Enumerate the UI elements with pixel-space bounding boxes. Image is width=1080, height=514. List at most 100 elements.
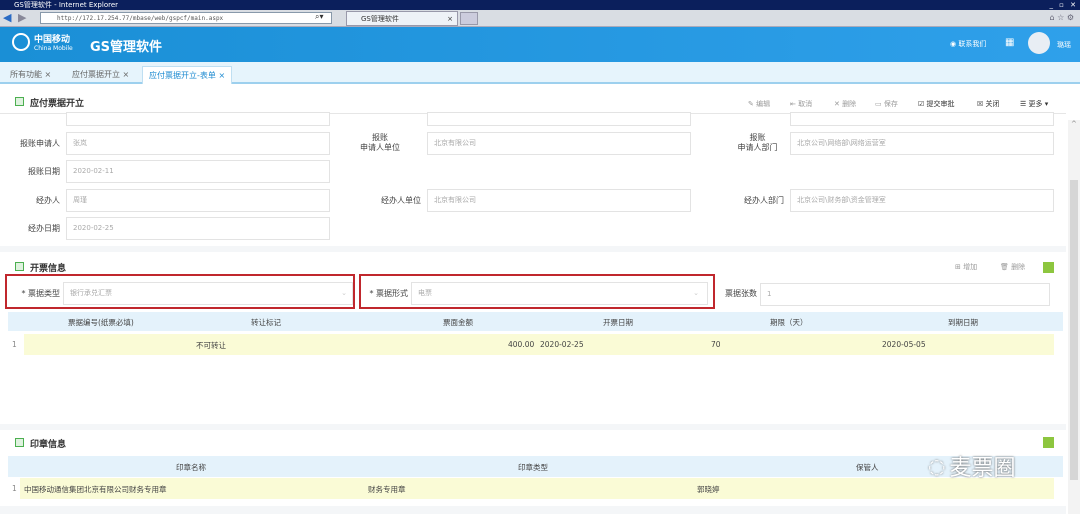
- home-star-gear-icons[interactable]: ⌂ ☆ ⚙: [1049, 13, 1074, 22]
- cell-due-date: 2020-05-05: [882, 340, 926, 349]
- search-icon[interactable]: ⌕▾: [315, 12, 324, 22]
- col-bill-no: 票据编号(纸票必填): [68, 318, 134, 327]
- row-number: 1: [12, 484, 17, 493]
- handler-unit-field[interactable]: 北京有限公司: [427, 189, 691, 212]
- section-divider: [0, 424, 1066, 430]
- browser-tab-label: GS管理软件: [361, 15, 399, 23]
- applicant-unit-field[interactable]: 北京有限公司: [427, 132, 691, 155]
- label-line: 申请人单位: [360, 142, 400, 152]
- logo-cn: 中国移动: [34, 35, 71, 45]
- cell-transfer: 不可转让: [196, 341, 226, 350]
- bill-count-field[interactable]: 1: [760, 283, 1050, 306]
- avatar[interactable]: [1028, 32, 1050, 54]
- label: 删除: [1011, 263, 1026, 271]
- window-title: GS管理软件 - Internet Explorer: [14, 1, 119, 9]
- edit-button[interactable]: ✎ 编辑: [748, 99, 770, 109]
- browser-title-bar: GS管理软件 - Internet Explorer: [0, 0, 1080, 10]
- label: 关闭: [985, 100, 1000, 108]
- col-transfer: 转让标记: [251, 318, 281, 327]
- section-icon: [15, 262, 24, 271]
- user-name[interactable]: 璐瑶: [1057, 40, 1071, 50]
- cell-days: 70: [711, 340, 721, 349]
- label-line: 报账: [749, 133, 766, 142]
- save-button[interactable]: ▭ 保存: [875, 99, 898, 109]
- cancel-button[interactable]: ⇤ 取消: [790, 99, 812, 109]
- new-tab-button[interactable]: [460, 12, 478, 25]
- row-body: [20, 478, 1054, 499]
- delete-button[interactable]: ✕ 删除: [834, 99, 856, 109]
- chevron-down-icon: ⌄: [693, 289, 699, 297]
- close-button[interactable]: ☒ 关闭: [977, 99, 1000, 109]
- tab-all-functions[interactable]: 所有功能 ×: [4, 66, 57, 84]
- bill-type-select[interactable]: 银行承兑汇票 ⌄: [63, 282, 353, 305]
- hidden-field[interactable]: [66, 112, 330, 126]
- table-row[interactable]: 1 中国移动通信集团北京有限公司财务专用章 财务专用章 郭晓婷: [8, 478, 1063, 499]
- col-issue-date: 开票日期: [603, 318, 633, 327]
- watermark: ◌ 麦票圈: [928, 450, 1015, 482]
- applicant-field[interactable]: 张岚: [66, 132, 330, 155]
- china-mobile-logo: 中国移动 China Mobile: [12, 32, 73, 52]
- label: 编辑: [756, 100, 771, 108]
- close-icon[interactable]: ×: [123, 70, 130, 79]
- col-seal-type: 印章类型: [518, 463, 548, 472]
- label: 增加: [963, 263, 978, 271]
- close-icon[interactable]: ×: [45, 70, 52, 79]
- scrollbar-thumb[interactable]: [1070, 180, 1078, 480]
- hidden-field[interactable]: [790, 112, 1054, 126]
- collapse-button[interactable]: [1043, 262, 1054, 273]
- forward-icon[interactable]: ▶: [18, 11, 26, 24]
- contact-us-link[interactable]: ◉ 联系我们: [950, 39, 986, 49]
- value: 电票: [418, 289, 432, 297]
- invoice-section-title: 开票信息: [30, 264, 67, 274]
- date-field[interactable]: 2020-02-11: [66, 160, 330, 183]
- logo-en: China Mobile: [34, 45, 73, 52]
- handler-dept-field[interactable]: 北京公司\财务部\资金管理室: [790, 189, 1054, 212]
- collapse-button[interactable]: [1043, 437, 1054, 448]
- delete-row-button[interactable]: 🗑 删除: [1000, 262, 1025, 272]
- table-row[interactable]: 1 不可转让 400.00 2020-02-25 70 2020-05-05: [8, 334, 1063, 355]
- tab-payable-bill-form[interactable]: 应付票据开立-表单 ×: [142, 66, 233, 84]
- close-icon[interactable]: ×: [447, 12, 453, 26]
- tab-label: 所有功能: [10, 70, 42, 79]
- handler-dept-label: 经办人部门: [744, 196, 784, 205]
- handle-date-field[interactable]: 2020-02-25: [66, 217, 330, 240]
- handler-field[interactable]: 周瑾: [66, 189, 330, 212]
- value: 银行承兑汇票: [70, 289, 112, 297]
- tab-payable-bill[interactable]: 应付票据开立 ×: [66, 66, 135, 84]
- headset-icon: ◉: [950, 40, 957, 48]
- col-amount: 票面金额: [443, 318, 473, 327]
- applicant-dept-field[interactable]: 北京公司\网络部\网络运营室: [790, 132, 1054, 155]
- apps-grid-icon[interactable]: ▦: [1005, 37, 1014, 48]
- cell-amount: 400.00: [508, 340, 535, 349]
- submit-approval-button[interactable]: ☑ 提交审批: [918, 99, 955, 109]
- hidden-field[interactable]: [427, 112, 691, 126]
- label: 保存: [883, 100, 898, 108]
- add-row-button[interactable]: ⊞ 增加: [955, 262, 977, 272]
- back-icon[interactable]: ◀: [3, 11, 11, 24]
- app-name: GS管理软件: [90, 40, 163, 55]
- bill-count-label: 票据张数: [725, 289, 757, 298]
- handle-date-label: 经办日期: [28, 224, 60, 233]
- window-controls[interactable]: _ ▫ ✕: [1049, 1, 1078, 9]
- scrollbar[interactable]: ^: [1068, 120, 1080, 514]
- col-seal-name: 印章名称: [176, 463, 206, 472]
- section-icon: [15, 97, 24, 106]
- page-title: 应付票据开立: [30, 99, 85, 109]
- scroll-up-icon[interactable]: ^: [1071, 120, 1077, 128]
- browser-tab[interactable]: GS管理软件 ×: [346, 11, 458, 26]
- label-line: 报账: [372, 133, 388, 142]
- bill-form-label: * 票据形式: [369, 289, 408, 298]
- section-divider: [0, 246, 1066, 252]
- label: 更多: [1028, 100, 1043, 108]
- close-icon[interactable]: ×: [218, 71, 225, 80]
- applicant-dept-label: 报账 申请人部门: [730, 133, 785, 152]
- more-menu[interactable]: ☰ 更多 ▾: [1020, 99, 1048, 109]
- bill-form-select[interactable]: 电票 ⌄: [411, 282, 708, 305]
- seal-table-header: 印章名称 印章类型 保管人: [8, 456, 1063, 477]
- applicant-unit-label: 报账 申请人单位: [340, 133, 420, 152]
- address-bar[interactable]: http://172.17.254.77/mbase/web/gspcf/mai…: [40, 12, 332, 24]
- cell-seal-name: 中国移动通信集团北京有限公司财务专用章: [24, 485, 167, 494]
- label: 删除: [842, 100, 857, 108]
- label: 取消: [798, 100, 813, 108]
- row-number: 1: [12, 340, 17, 349]
